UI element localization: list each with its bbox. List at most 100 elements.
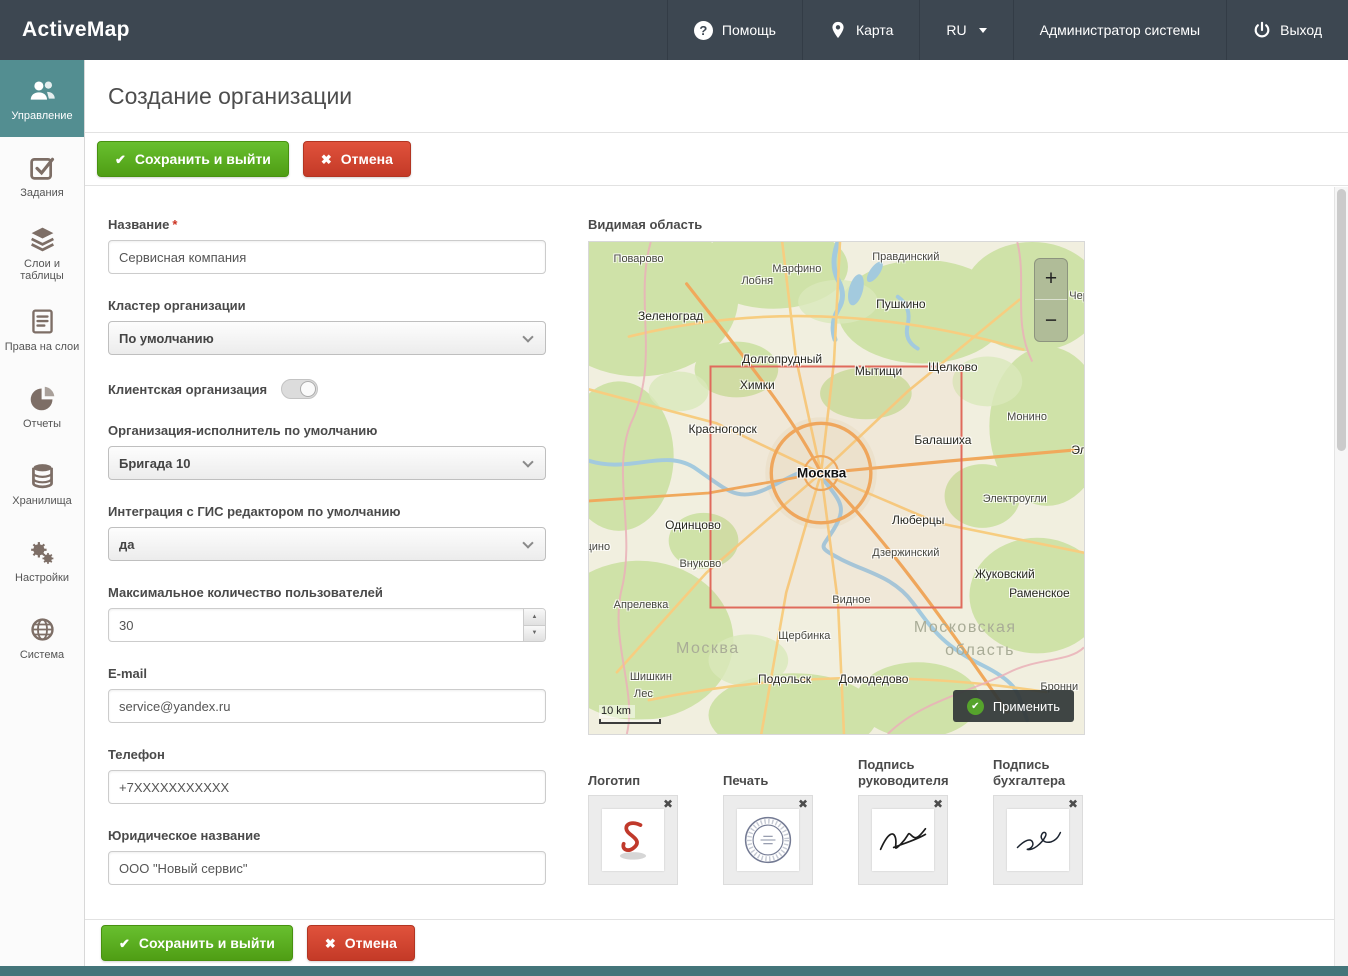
sidebar-item-management[interactable]: Управление [0,60,84,137]
save-exit-button-bottom[interactable]: ✔ Сохранить и выйти [101,925,293,961]
logout-label: Выход [1280,22,1322,38]
name-label: Название* [108,217,546,232]
client-org-toggle[interactable] [281,379,318,399]
director-signature-image [872,809,934,871]
help-icon: ? [694,21,713,40]
legal-name-input[interactable] [108,851,546,885]
max-users-input[interactable] [108,608,546,642]
cluster-label: Кластер организации [108,298,546,313]
remove-director-signature-icon[interactable]: ✖ [933,797,943,812]
map-button[interactable]: Карта [802,0,919,60]
sidebar-item-label: Отчеты [21,418,63,430]
cancel-button-bottom[interactable]: ✖ Отмена [307,925,415,961]
sidebar-item-layers[interactable]: Слои и таблицы [0,214,84,291]
stamp-upload: Печать ✖ [723,753,813,885]
page-title: Создание организации [108,83,352,110]
map-selection-rect [711,366,962,607]
sidebar-item-label: Система [18,649,66,661]
page-header: Создание организации [85,60,1348,133]
max-users-group: Максимальное количество пользователей ▲ … [108,585,546,642]
director-signature-upload-box[interactable]: ✖ [858,795,948,885]
stamp-upload-box[interactable]: ✖ [723,795,813,885]
sidebar-item-system[interactable]: Система [0,599,84,676]
cluster-group: Кластер организации По умолчанию [108,298,546,355]
stepper-down-button[interactable]: ▼ [524,626,545,642]
organization-form: Название* Кластер организации По умолчан… [108,217,546,919]
pie-chart-icon [28,384,57,413]
sidebar-item-label: Слои и таблицы [0,258,84,282]
gis-integration-select[interactable]: да [108,527,546,561]
name-input[interactable] [108,240,546,274]
uploads-row: Логотип ✖ Печать ✖ [588,753,1085,885]
map-pin-icon [829,21,847,39]
help-button[interactable]: ? Помощь [667,0,802,60]
help-label: Помощь [722,22,776,38]
chevron-down-icon [522,456,533,467]
phone-input[interactable] [108,770,546,804]
number-stepper: ▲ ▼ [523,609,545,641]
sidebar-item-label: Хранилища [10,495,74,507]
content: Название* Кластер организации По умолчан… [85,187,1334,919]
email-input[interactable] [108,689,546,723]
cancel-label: Отмена [341,151,393,167]
chevron-down-icon [522,537,533,548]
cluster-value: По умолчанию [119,331,214,346]
sidebar-item-tasks[interactable]: Задания [0,137,84,214]
remove-accountant-signature-icon[interactable]: ✖ [1068,797,1078,812]
remove-stamp-icon[interactable]: ✖ [798,797,808,812]
cancel-label: Отмена [345,935,397,951]
sidebar-item-label: Настройки [13,572,71,584]
required-asterisk: * [172,217,177,232]
map-column: Видимая область [588,217,1085,919]
scrollbar-thumb[interactable] [1337,189,1346,451]
client-org-label: Клиентская организация [108,382,267,397]
sidebar-item-storages[interactable]: Хранилища [0,445,84,522]
logo-upload-box[interactable]: ✖ [588,795,678,885]
user-label: Администратор системы [1040,22,1200,38]
default-executor-value: Бригада 10 [119,456,190,471]
accountant-signature-upload-box[interactable]: ✖ [993,795,1083,885]
accountant-signature-image [1007,809,1069,871]
vertical-scrollbar[interactable] [1334,187,1348,966]
director-signature-upload: Подпись руководителя ✖ [858,753,948,885]
language-label: RU [946,22,966,38]
logout-button[interactable]: Выход [1226,0,1348,60]
cancel-button[interactable]: ✖ Отмена [303,141,411,177]
logo-image [602,809,664,871]
default-executor-group: Организация-исполнитель по умолчанию Бри… [108,423,546,480]
footer-strip [0,966,1348,976]
check-icon: ✔ [115,153,126,166]
save-exit-button[interactable]: ✔ Сохранить и выйти [97,141,289,177]
default-executor-select[interactable]: Бригада 10 [108,446,546,480]
toggle-knob [300,381,316,397]
remove-logo-icon[interactable]: ✖ [663,797,673,812]
sidebar-item-reports[interactable]: Отчеты [0,368,84,445]
user-menu[interactable]: Администратор системы [1013,0,1226,60]
apply-button[interactable]: ✔ Применить [953,690,1074,722]
logo-upload: Логотип ✖ [588,753,678,885]
users-icon [28,76,57,105]
topbar: ActiveMap ? Помощь Карта RU Администрато… [0,0,1348,60]
sidebar-item-layer-rights[interactable]: Права на слои [0,291,84,368]
zoom-out-button[interactable]: − [1035,300,1067,341]
map-scale: 10 km [599,701,661,724]
map-canvas[interactable] [589,242,1084,734]
stepper-up-button[interactable]: ▲ [524,609,545,626]
sidebar-item-settings[interactable]: Настройки [0,522,84,599]
zoom-in-button[interactable]: + [1035,259,1067,300]
sidebar-item-label: Управление [9,110,74,122]
apply-label: Применить [993,699,1060,714]
layers-icon [28,224,57,253]
language-dropdown[interactable]: RU [919,0,1012,60]
database-icon [28,461,57,490]
sidebar-item-label: Задания [18,187,65,199]
director-signature-label: Подпись руководителя [858,753,960,789]
document-icon [28,307,57,336]
stamp-label: Печать [723,753,825,789]
visible-area-label: Видимая область [588,217,1085,232]
save-exit-label: Сохранить и выйти [135,151,271,167]
map-zoom-control: + − [1034,258,1068,342]
map-widget[interactable]: ПоваровоМарфиноПравдинскийПушкиноЛобняЗе… [588,241,1085,735]
cluster-select[interactable]: По умолчанию [108,321,546,355]
cross-icon: ✖ [321,153,332,166]
